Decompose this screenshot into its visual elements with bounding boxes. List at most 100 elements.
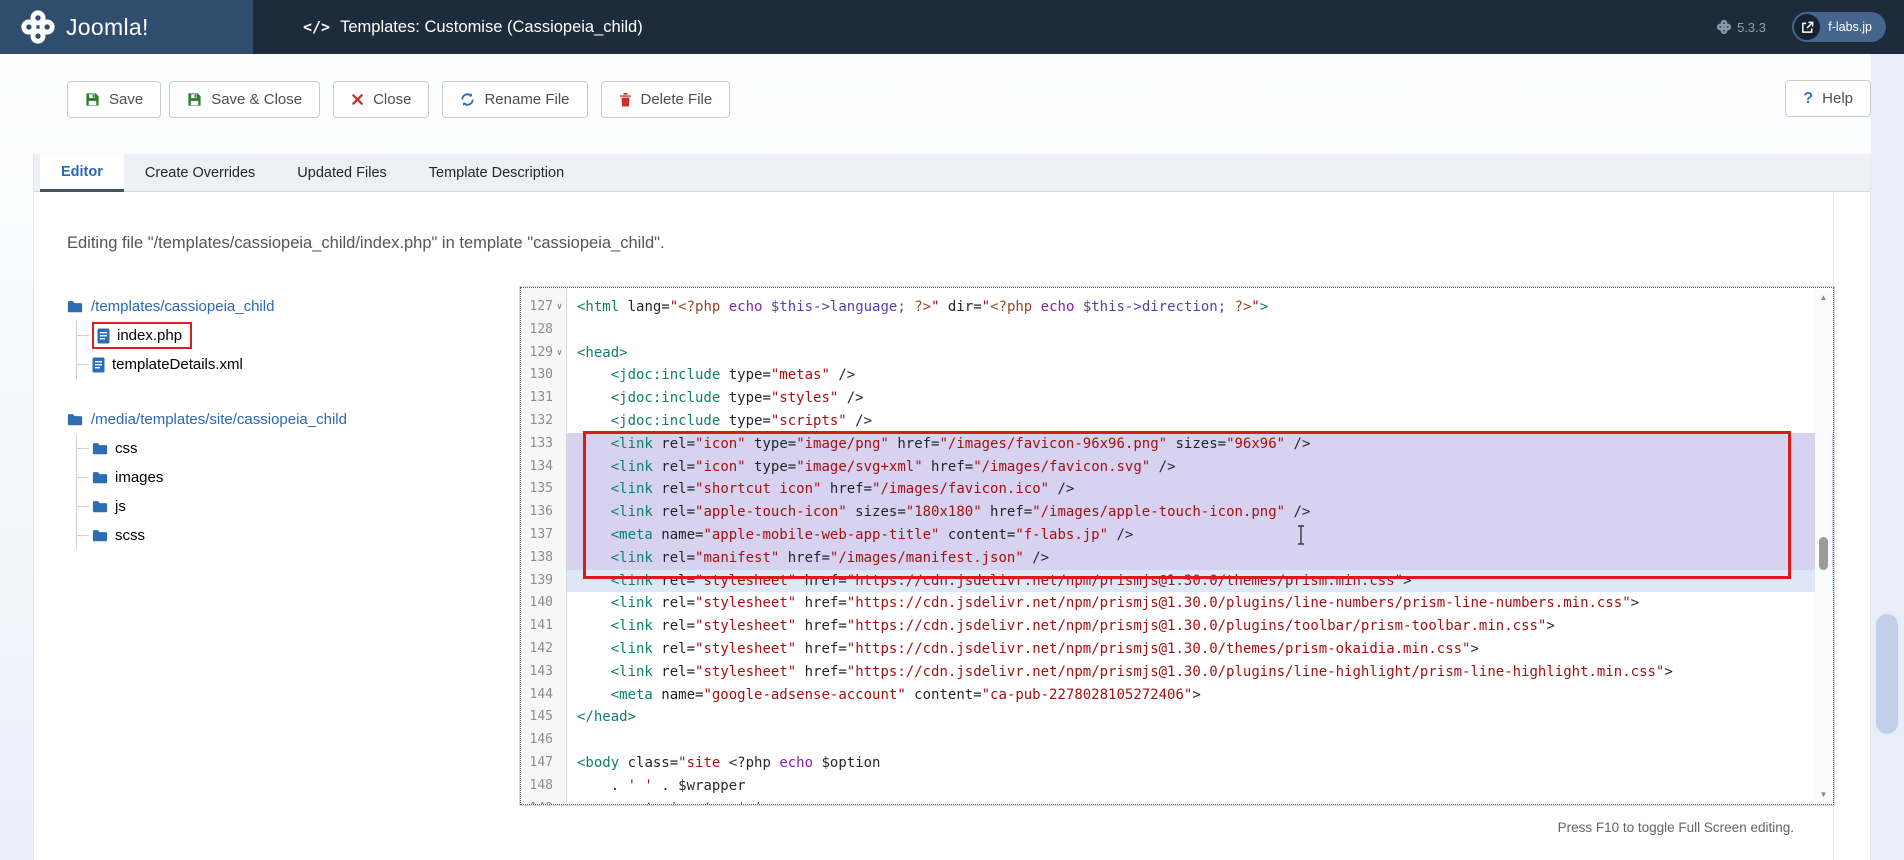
scrollbar-thumb[interactable] [1819, 537, 1828, 570]
tree-item-scss[interactable]: scss [77, 521, 347, 550]
save-icon [85, 92, 100, 107]
code-icon: </> [303, 18, 330, 36]
page-scrollbar-thumb[interactable] [1876, 614, 1898, 734]
folder-icon [92, 471, 108, 484]
code-line-146[interactable] [567, 729, 1833, 752]
tree-folder-label: /media/templates/site/cassiopeia_child [91, 411, 347, 428]
editor-gutter: 127∨128129∨13013113213313413513613713813… [521, 288, 567, 804]
gutter-line-number: 128 [521, 319, 566, 342]
gutter-line-number: 131 [521, 387, 566, 410]
card-left-border [33, 154, 34, 860]
code-line-132[interactable]: <jdoc:include type="scripts" /> [567, 410, 1833, 433]
joomla-brand[interactable]: Joomla! [0, 0, 253, 54]
gutter-line-number: 139 [521, 570, 566, 593]
site-name-label: f-labs.jp [1820, 20, 1884, 34]
folder-icon [92, 529, 108, 542]
gutter-line-number: 144 [521, 684, 566, 707]
code-line-149[interactable]: . ' view-' . $view [567, 798, 1833, 804]
folder-icon [92, 500, 108, 513]
tree-folder-media-templates-site-cassiopeia-child[interactable]: /media/templates/site/cassiopeia_child [67, 405, 347, 434]
tree-group: /media/templates/site/cassiopeia_childcs… [67, 405, 347, 550]
tab-editor[interactable]: Editor [40, 154, 124, 192]
delete-file-button[interactable]: Delete File [601, 81, 731, 118]
site-preview-button[interactable]: f-labs.jp [1792, 12, 1886, 42]
code-line-140[interactable]: <link rel="stylesheet" href="https://cdn… [567, 592, 1833, 615]
code-line-135[interactable]: <link rel="shortcut icon" href="/images/… [567, 478, 1833, 501]
sync-icon [460, 92, 475, 107]
code-line-128[interactable] [567, 319, 1833, 342]
toolbar-button-group: Save Save & Close [67, 81, 320, 118]
code-line-129[interactable]: <head> [567, 342, 1833, 365]
tree-connector [77, 448, 89, 449]
code-line-144[interactable]: <meta name="google-adsense-account" cont… [567, 684, 1833, 707]
button-label: Save [109, 91, 143, 108]
code-line-134[interactable]: <link rel="icon" type="image/svg+xml" hr… [567, 456, 1833, 479]
help-button[interactable]: ? Help [1785, 80, 1871, 117]
button-label: Delete File [641, 91, 713, 108]
tree-folder-label: /templates/cassiopeia_child [91, 298, 274, 315]
question-icon: ? [1803, 90, 1813, 108]
tree-item-images[interactable]: images [77, 463, 347, 492]
tree-item-index-php[interactable]: index.php [77, 321, 347, 350]
gutter-line-number: 130 [521, 364, 566, 387]
code-editor[interactable]: 127∨128129∨13013113213313413513613713813… [520, 287, 1834, 805]
code-line-127[interactable]: <html lang="<?php echo $this->language; … [567, 296, 1833, 319]
tab-updated-files[interactable]: Updated Files [276, 154, 407, 192]
code-line-139[interactable]: <link rel="stylesheet" href="https://cdn… [567, 570, 1833, 593]
toolbar: Save Save & Close Close Rename File Delete F… [33, 80, 1871, 118]
button-label: Save & Close [211, 91, 302, 108]
template-file-tree: /templates/cassiopeia_child index.php temp… [67, 292, 347, 576]
rename-file-button[interactable]: Rename File [442, 81, 587, 118]
code-line-148[interactable]: . ' ' . $wrapper [567, 775, 1833, 798]
toolbar-button-group: Rename File [442, 81, 587, 118]
code-line-138[interactable]: <link rel="manifest" href="/images/manif… [567, 547, 1833, 570]
tab-bar: EditorCreate OverridesUpdated FilesTempl… [33, 154, 1871, 192]
code-line-130[interactable]: <jdoc:include type="metas" /> [567, 364, 1833, 387]
tab-template-description[interactable]: Template Description [408, 154, 585, 192]
gutter-line-number: 135 [521, 478, 566, 501]
close-button[interactable]: Close [333, 81, 429, 118]
file-icon [97, 328, 110, 344]
tree-connector [77, 506, 89, 507]
button-label: Rename File [484, 91, 569, 108]
save-button[interactable]: Save [67, 81, 161, 118]
code-line-136[interactable]: <link rel="apple-touch-icon" sizes="180x… [567, 501, 1833, 524]
editor-vertical-scrollbar[interactable]: ▲ ▼ [1815, 289, 1832, 803]
external-link-icon [1794, 14, 1820, 40]
tree-folder-templates-cassiopeia-child[interactable]: /templates/cassiopeia_child [67, 292, 347, 321]
gutter-line-number: 148 [521, 775, 566, 798]
tree-connector [77, 535, 89, 536]
fold-chevron-icon[interactable]: ∨ [553, 342, 566, 365]
page-scrollbar[interactable] [1871, 54, 1904, 860]
tab-create-overrides[interactable]: Create Overrides [124, 154, 276, 192]
code-line-142[interactable]: <link rel="stylesheet" href="https://cdn… [567, 638, 1833, 661]
tree-item-label: templateDetails.xml [112, 356, 243, 373]
code-line-143[interactable]: <link rel="stylesheet" href="https://cdn… [567, 661, 1833, 684]
save-close-button[interactable]: Save & Close [169, 81, 320, 118]
joomla-mark-icon [1717, 20, 1731, 34]
tree-item-css[interactable]: css [77, 434, 347, 463]
code-line-137[interactable]: <meta name="apple-mobile-web-app-title" … [567, 524, 1833, 547]
scroll-down-arrow[interactable]: ▼ [1815, 790, 1832, 799]
tree-item-js[interactable]: js [77, 492, 347, 521]
gutter-line-number: 145 [521, 706, 566, 729]
gutter-line-number: 147 [521, 752, 566, 775]
toolbar-button-group: Delete File [601, 81, 731, 118]
gutter-line-number: 127∨ [521, 296, 566, 319]
editor-code-area[interactable]: <html lang="<?php echo $this->language; … [567, 288, 1833, 804]
tree-item-templatedetails-xml[interactable]: templateDetails.xml [77, 350, 347, 379]
code-line-131[interactable]: <jdoc:include type="styles" /> [567, 387, 1833, 410]
joomla-logo-icon [21, 10, 55, 44]
scroll-up-arrow[interactable]: ▲ [1815, 293, 1832, 302]
code-line-147[interactable]: <body class="site <?php echo $option [567, 752, 1833, 775]
gutter-line-number: 143 [521, 661, 566, 684]
fold-chevron-icon[interactable]: ∨ [553, 296, 566, 319]
code-line-133[interactable]: <link rel="icon" type="image/png" href="… [567, 433, 1833, 456]
gutter-line-number: 149 [521, 798, 566, 805]
code-line-141[interactable]: <link rel="stylesheet" href="https://cdn… [567, 615, 1833, 638]
fullscreen-hint: Press F10 to toggle Full Screen editing. [520, 820, 1834, 835]
gutter-line-number: 134 [521, 456, 566, 479]
code-line-145[interactable]: </head> [567, 706, 1833, 729]
version-info: 5.3.3 [1717, 0, 1766, 54]
tree-group: /templates/cassiopeia_child index.php temp… [67, 292, 347, 379]
